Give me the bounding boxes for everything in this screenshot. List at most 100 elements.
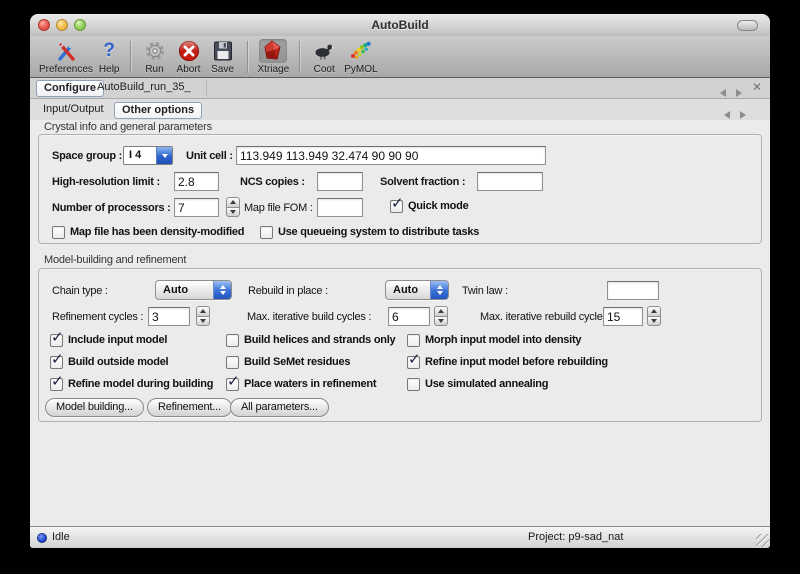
checkmark-icon: ✓	[408, 350, 421, 368]
pymol-icon	[347, 39, 375, 63]
preferences-icon	[52, 39, 80, 63]
max-build-cycles-label: Max. iterative build cycles :	[247, 307, 371, 327]
checkbox-label: Place waters in refinement	[244, 378, 376, 390]
checkbox-box: ✓	[226, 334, 239, 347]
checkmark-icon: ✓	[51, 328, 64, 346]
resize-grip[interactable]	[756, 534, 769, 547]
build-outside-model-checkbox[interactable]: ✓ Build outside model	[50, 354, 168, 370]
checkmark-icon: ✓	[391, 194, 404, 212]
updown-arrows-icon	[213, 281, 231, 299]
checkbox-label: Refine input model before rebuilding	[425, 356, 608, 368]
tab-scroll-right-icon[interactable]	[736, 84, 744, 93]
toolbar-toggle-button[interactable]	[737, 20, 758, 31]
map-file-fom-label: Map file FOM :	[244, 198, 313, 218]
document-tab-bar: Configure AutoBuild_run_35_ ✕	[30, 78, 770, 99]
high-resolution-limit-label: High-resolution limit :	[52, 172, 160, 192]
rebuild-in-place-select[interactable]: Auto	[385, 280, 449, 300]
toolbar-button-label: Coot	[314, 64, 335, 75]
checkbox-box: ✓	[50, 356, 63, 369]
unit-cell-input[interactable]	[236, 146, 546, 165]
tab-scroll-left-icon[interactable]	[720, 84, 728, 93]
refine-input-model-checkbox[interactable]: ✓ Refine input model before rebuilding	[407, 354, 608, 370]
checkbox-box: ✓	[407, 378, 420, 391]
refinement-cycles-stepper[interactable]	[196, 306, 210, 326]
checkbox-box: ✓	[50, 378, 63, 391]
processors-stepper[interactable]	[226, 197, 240, 217]
build-semet-residues-checkbox[interactable]: ✓ Build SeMet residues	[226, 354, 350, 370]
tab-other-options[interactable]: Other options	[114, 102, 202, 119]
status-bar: Idle Project: p9-sad_nat	[30, 526, 770, 548]
checkbox-box: ✓	[260, 226, 273, 239]
title-bar[interactable]: AutoBuild	[30, 14, 770, 36]
chain-type-value: Auto	[156, 281, 213, 299]
max-rebuild-cycles-input[interactable]	[603, 307, 643, 326]
build-helices-strands-checkbox[interactable]: ✓ Build helices and strands only	[226, 332, 395, 348]
checkbox-box: ✓	[226, 356, 239, 369]
rebuild-in-place-value: Auto	[386, 281, 430, 299]
quick-mode-checkbox[interactable]: ✓ Quick mode	[390, 198, 468, 214]
subtab-scroll-right-icon[interactable]	[740, 106, 748, 115]
checkbox-label: Build helices and strands only	[244, 334, 395, 346]
toolbar-separator	[247, 41, 248, 73]
tab-input-output[interactable]: Input/Output	[36, 102, 111, 117]
coot-icon	[310, 39, 338, 63]
toolbar-button-save[interactable]: Save	[209, 37, 237, 75]
updown-arrows-icon	[430, 281, 448, 299]
refinement-cycles-input[interactable]	[148, 307, 190, 326]
refinement-button[interactable]: Refinement...	[147, 398, 232, 417]
rebuild-in-place-label: Rebuild in place :	[248, 281, 328, 301]
window-title: AutoBuild	[30, 18, 770, 32]
desktop-background: AutoBuild Preferences ? Help	[0, 0, 800, 574]
toolbar-button-abort[interactable]: Abort	[175, 37, 203, 75]
toolbar-button-help[interactable]: ? Help	[99, 37, 120, 75]
space-group-select[interactable]: I 4	[123, 146, 173, 165]
include-input-model-checkbox[interactable]: ✓ Include input model	[50, 332, 167, 348]
chain-type-label: Chain type :	[52, 281, 108, 301]
solvent-fraction-label: Solvent fraction :	[380, 172, 465, 192]
solvent-fraction-input[interactable]	[477, 172, 543, 191]
toolbar-button-coot[interactable]: Coot	[310, 37, 338, 75]
all-parameters-button[interactable]: All parameters...	[230, 398, 329, 417]
queueing-checkbox[interactable]: ✓ Use queueing system to distribute task…	[260, 224, 479, 240]
space-group-value: I 4	[124, 147, 156, 164]
refinement-cycles-label: Refinement cycles :	[52, 307, 143, 327]
refine-during-building-checkbox[interactable]: ✓ Refine model during building	[50, 376, 213, 392]
place-waters-checkbox[interactable]: ✓ Place waters in refinement	[226, 376, 376, 392]
max-build-cycles-input[interactable]	[388, 307, 430, 326]
model-building-button[interactable]: Model building...	[45, 398, 144, 417]
tab-close-icon[interactable]: ✕	[752, 80, 762, 94]
toolbar-button-label: Help	[99, 64, 120, 75]
toolbar-button-label: Preferences	[39, 64, 93, 75]
toolbar-button-preferences[interactable]: Preferences	[39, 37, 93, 75]
high-resolution-limit-input[interactable]	[174, 172, 219, 191]
toolbar-button-label: Abort	[177, 64, 201, 75]
ncs-copies-input[interactable]	[317, 172, 363, 191]
checkmark-icon: ✓	[227, 372, 240, 390]
simulated-annealing-checkbox[interactable]: ✓ Use simulated annealing	[407, 376, 548, 392]
run-icon	[141, 39, 169, 63]
toolbar-button-run[interactable]: Run	[141, 37, 169, 75]
checkmark-icon: ✓	[51, 350, 64, 368]
chain-type-select[interactable]: Auto	[155, 280, 232, 300]
max-rebuild-cycles-stepper[interactable]	[647, 306, 661, 326]
toolbar-button-label: Xtriage	[258, 64, 290, 75]
morph-input-model-checkbox[interactable]: ✓ Morph input model into density	[407, 332, 581, 348]
twin-law-input[interactable]	[607, 281, 659, 300]
number-of-processors-input[interactable]	[174, 198, 219, 217]
group-title-crystal-info: Crystal info and general parameters	[44, 121, 212, 133]
checkbox-box: ✓	[407, 334, 420, 347]
max-rebuild-cycles-label: Max. iterative rebuild cycles :	[480, 307, 613, 327]
checkbox-label: Include input model	[68, 334, 167, 346]
number-of-processors-label: Number of processors :	[52, 198, 171, 218]
save-icon	[209, 39, 237, 63]
status-dot-icon	[37, 533, 47, 543]
checkbox-label: Map file has been density-modified	[70, 226, 244, 238]
xtriage-icon	[259, 39, 287, 63]
toolbar-button-pymol[interactable]: PyMOL	[344, 37, 377, 75]
tab-autobuild-run-35[interactable]: AutoBuild_run_35_	[90, 80, 198, 95]
toolbar-button-xtriage[interactable]: Xtriage	[258, 37, 290, 75]
max-build-cycles-stepper[interactable]	[434, 306, 448, 326]
subtab-scroll-left-icon[interactable]	[724, 106, 732, 115]
map-file-fom-input[interactable]	[317, 198, 363, 217]
density-modified-checkbox[interactable]: ✓ Map file has been density-modified	[52, 224, 244, 240]
